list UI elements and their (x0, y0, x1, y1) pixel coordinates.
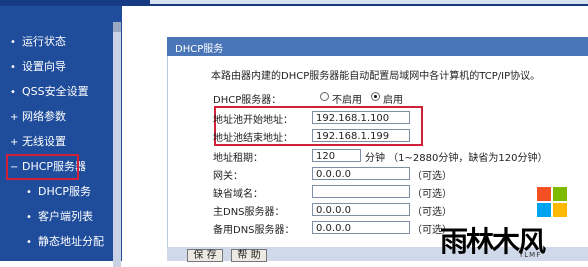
dns1-input[interactable]: 0.0.0.0 (312, 203, 410, 216)
gateway-optional: （可选） (412, 171, 452, 182)
dhcp-enable-radio[interactable] (371, 92, 380, 101)
sidebar-item-label: 运行状态 (22, 35, 66, 48)
lease-unit-hint: 分钟 （1~2880分钟，缺省为120分钟） (365, 153, 548, 164)
top-banner-strip (150, 0, 588, 4)
dhcp-enable-label: 启用 (383, 95, 403, 106)
sidebar-item-wizard[interactable]: • 设置向导 (10, 58, 66, 74)
bullet-icon: • (26, 237, 32, 248)
panel-description: 本路由器内建的DHCP服务器能自动配置局域网中各计算机的TCP/IP协议。 (211, 71, 541, 82)
sidebar: • 运行状态 • 设置向导 • QSS安全设置 + 网络参数 + 无线设置 − DHCP服务… (0, 6, 122, 267)
domain-optional: （可选） (412, 189, 452, 200)
gateway-label: 网关： (213, 171, 243, 182)
dns2-input[interactable]: 0.0.0.0 (312, 221, 410, 234)
sidebar-item-label: 客户端列表 (38, 210, 93, 223)
dhcp-disable-label: 不启用 (332, 95, 362, 106)
sidebar-item-label: 设置向导 (22, 60, 66, 73)
panel-title: DHCP服务 (175, 44, 224, 55)
dhcp-server-label: DHCP服务器： (213, 95, 282, 106)
expand-icon: + (10, 137, 19, 148)
expand-icon: + (10, 112, 19, 123)
sidebar-scroll-thumb[interactable] (113, 22, 121, 32)
panel-header: DHCP服务 (167, 37, 588, 56)
help-button[interactable]: 帮 助 (231, 249, 267, 262)
dns2-label: 备用DNS服务器： (213, 225, 295, 236)
save-button[interactable]: 保 存 (187, 249, 223, 262)
pool-start-label: 地址池开始地址： (213, 115, 293, 126)
gateway-input[interactable]: 0.0.0.0 (312, 167, 410, 180)
pool-start-input[interactable]: 192.168.1.100 (312, 111, 410, 124)
dns1-label: 主DNS服务器： (213, 207, 285, 218)
logo-tile-red (537, 187, 551, 201)
bullet-icon: • (10, 37, 16, 48)
bullet-icon: • (10, 87, 16, 98)
sidebar-item-static-address[interactable]: • 静态地址分配 (26, 233, 104, 249)
dns1-optional: （可选） (412, 207, 452, 218)
domain-input[interactable] (312, 185, 410, 198)
sidebar-item-wireless[interactable]: + 无线设置 (10, 133, 66, 149)
sidebar-item-label: 无线设置 (22, 135, 66, 148)
domain-label: 缺省域名： (213, 189, 263, 200)
sidebar-item-label: QSS安全设置 (22, 85, 89, 98)
bullet-icon: • (10, 62, 16, 73)
sidebar-item-client-list[interactable]: • 客户端列表 (26, 208, 93, 224)
bullet-icon: • (26, 212, 32, 223)
bullet-icon: • (26, 187, 32, 198)
pool-end-label: 地址池结束地址： (213, 133, 293, 144)
lease-label: 地址租期： (213, 153, 263, 164)
sidebar-item-status[interactable]: • 运行状态 (10, 33, 66, 49)
sidebar-item-label: DHCP服务 (38, 185, 92, 198)
windows-logo-icon (537, 187, 567, 217)
sidebar-item-dhcp-service[interactable]: • DHCP服务 (26, 183, 91, 199)
watermark-logo-subtext: YLMF (519, 251, 542, 259)
dhcp-disable-radio[interactable] (320, 92, 329, 101)
logo-tile-yellow (553, 203, 567, 217)
sidebar-highlight-box (6, 154, 79, 180)
lease-input[interactable]: 120 (312, 149, 361, 162)
sidebar-item-label: 静态地址分配 (38, 235, 104, 248)
logo-tile-blue (537, 203, 551, 217)
sidebar-item-label: 网络参数 (22, 110, 66, 123)
sidebar-item-qss[interactable]: • QSS安全设置 (10, 83, 89, 99)
logo-tile-green (553, 187, 567, 201)
sidebar-item-network[interactable]: + 网络参数 (10, 108, 66, 124)
sidebar-scrollbar[interactable] (113, 22, 121, 267)
pool-end-input[interactable]: 192.168.1.199 (312, 129, 410, 142)
